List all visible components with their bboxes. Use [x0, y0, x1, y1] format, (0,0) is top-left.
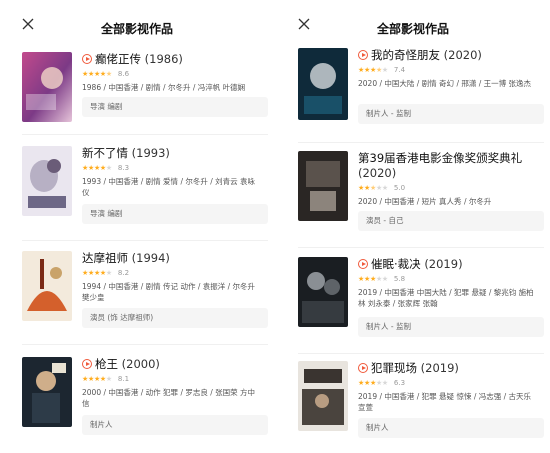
film-poster[interactable]	[22, 52, 72, 122]
divider	[22, 240, 268, 241]
film-role: 制片人 - 监制	[358, 104, 544, 124]
film-title[interactable]: 犯罪现场 (2019)	[358, 361, 536, 376]
rating-stars-icon: ★★★★★	[358, 275, 388, 283]
divider	[298, 142, 544, 143]
film-meta: 2020 / 中国大陆 / 剧情 奇幻 / 邢潇 / 王一博 张逸杰	[358, 79, 532, 88]
rating-stars-icon: ★★★★★	[358, 379, 388, 387]
film-title[interactable]: 第39届香港电影金像奖颁奖典礼 (2020)	[358, 151, 536, 181]
film-meta: 1986 / 中国香港 / 剧情 / 尔冬升 / 冯淬帆 叶德娴	[82, 83, 246, 92]
film-role: 导演 编剧	[82, 204, 268, 224]
film-role: 演员 - 自己	[358, 211, 544, 231]
panel-header: 全部影视作品	[282, 0, 544, 42]
film-role: 制片人	[358, 418, 544, 438]
film-role: 演员 (饰 达摩祖师)	[82, 308, 268, 328]
divider	[22, 134, 268, 135]
film-role: 导演 编剧	[82, 97, 268, 117]
film-title[interactable]: 癫佬正传 (1986)	[82, 52, 260, 67]
film-meta: 2019 / 中国香港 中国大陆 / 犯罪 悬疑 / 黎兆钧 施柏林 刘永泰 /…	[358, 288, 534, 308]
film-title[interactable]: 枪王 (2000)	[82, 357, 260, 372]
film-poster[interactable]	[298, 257, 348, 327]
rating-stars-icon: ★★★★★	[358, 66, 388, 74]
rating-stars-icon: ★★★★★	[82, 70, 112, 78]
rating-score: 7.4	[393, 66, 406, 74]
play-icon[interactable]	[358, 259, 368, 269]
film-meta: 1993 / 中国香港 / 剧情 爱情 / 尔冬升 / 刘青云 袁咏仪	[82, 177, 256, 197]
rating-stars-icon: ★★★★★	[82, 164, 112, 172]
divider	[298, 247, 544, 248]
film-meta: 2019 / 中国香港 / 犯罪 悬疑 惊悚 / 冯志强 / 古天乐 宣萱	[358, 392, 532, 412]
film-meta: 2020 / 中国香港 / 短片 真人秀 / 尔冬升	[358, 197, 492, 206]
film-meta: 2000 / 中国香港 / 动作 犯罪 / 罗志良 / 张国荣 方中信	[82, 388, 256, 408]
film-poster[interactable]	[298, 361, 348, 431]
film-role: 制片人	[82, 415, 268, 435]
film-rating: ★★★★★ 6.3	[358, 378, 536, 388]
film-poster[interactable]	[298, 48, 348, 120]
rating-score: 6.3	[393, 379, 406, 387]
filmography-panel-left: 全部影视作品 癫佬正传 (1986) ★★★★★ 8.6 1986 / 中国香港 …	[6, 0, 268, 453]
rating-score: 5.0	[393, 184, 406, 192]
page-title: 全部影视作品	[100, 22, 173, 36]
panel-header: 全部影视作品	[6, 0, 268, 42]
rating-stars-icon: ★★★★★	[358, 184, 388, 192]
rating-score: 8.1	[117, 375, 130, 383]
film-rating: ★★★★★ 8.2	[82, 268, 260, 278]
film-poster[interactable]	[22, 251, 72, 321]
play-icon[interactable]	[358, 363, 368, 373]
film-rating: ★★★★★ 5.8	[358, 274, 536, 284]
rating-score: 5.8	[393, 275, 406, 283]
divider	[22, 344, 268, 345]
filmography-panel-right: 全部影视作品 我的奇怪朋友 (2020) ★★★★★ 7.4 2020 / 中国大…	[282, 0, 544, 453]
rating-stars-icon: ★★★★★	[82, 269, 112, 277]
rating-score: 8.2	[117, 269, 130, 277]
film-rating: ★★★★★ 7.4	[358, 65, 536, 75]
play-icon[interactable]	[82, 54, 92, 64]
rating-score: 8.6	[117, 70, 130, 78]
film-title[interactable]: 达摩祖师 (1994)	[82, 251, 260, 266]
divider	[298, 353, 544, 354]
film-role: 制片人 - 监制	[358, 317, 544, 337]
film-meta: 1994 / 中国香港 / 剧情 传记 动作 / 袁振洋 / 尔冬升 樊少皇	[82, 282, 256, 302]
play-icon[interactable]	[82, 359, 92, 369]
film-rating: ★★★★★ 8.6	[82, 69, 260, 79]
film-title[interactable]: 我的奇怪朋友 (2020)	[358, 48, 536, 63]
film-rating: ★★★★★ 8.1	[82, 374, 260, 384]
film-poster[interactable]	[298, 151, 348, 221]
page-title: 全部影视作品	[376, 22, 449, 36]
play-icon[interactable]	[358, 50, 368, 60]
film-rating: ★★★★★ 8.3	[82, 163, 260, 173]
film-title[interactable]: 催眠·裁决 (2019)	[358, 257, 536, 272]
film-rating: ★★★★★ 5.0	[358, 183, 536, 193]
film-poster[interactable]	[22, 357, 72, 427]
film-poster[interactable]	[22, 146, 72, 216]
rating-score: 8.3	[117, 164, 130, 172]
rating-stars-icon: ★★★★★	[82, 375, 112, 383]
film-title[interactable]: 新不了情 (1993)	[82, 146, 260, 161]
